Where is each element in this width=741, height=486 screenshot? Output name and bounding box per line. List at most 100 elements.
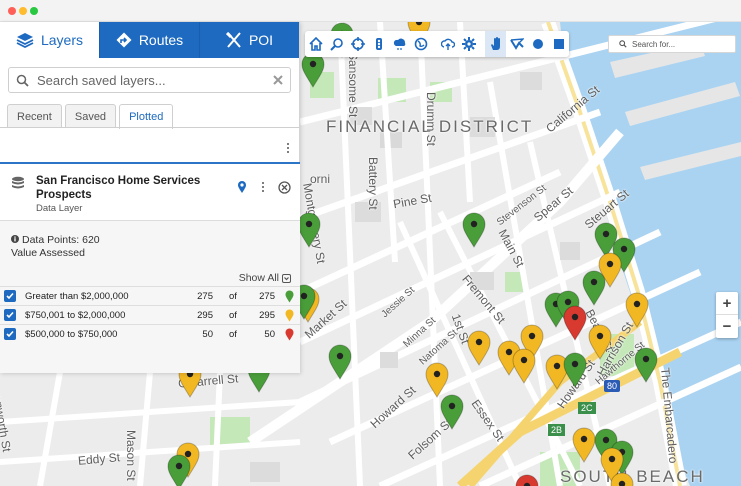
weather-icon[interactable] [389, 31, 410, 57]
map-marker[interactable] [563, 352, 587, 388]
remove-layer-icon[interactable] [278, 181, 291, 194]
map-marker[interactable] [425, 362, 449, 398]
map-marker[interactable] [167, 454, 191, 486]
district-label: FINANCIAL DISTRICT [326, 117, 534, 136]
map-marker[interactable] [328, 344, 352, 380]
crosshair-icon[interactable] [347, 31, 368, 57]
layer-details: Data Points: 620 Value Assessed Show All… [0, 221, 300, 373]
layer-card[interactable]: San Francisco Home Services Prospects Da… [0, 164, 300, 220]
street-label: Sansome St [346, 52, 360, 118]
subtab-plotted[interactable]: Plotted [119, 104, 174, 129]
utensils-icon [225, 32, 241, 48]
highway-shield: 80 [604, 380, 621, 392]
polyline-icon[interactable] [506, 31, 527, 57]
circle-draw-icon[interactable] [527, 31, 548, 57]
layers-icon [16, 33, 34, 48]
tab-label: POI [248, 32, 274, 48]
map-toolbar [305, 31, 569, 57]
tab-label: Layers [40, 32, 84, 48]
map-marker[interactable] [512, 348, 536, 384]
sub-tabs: Recent Saved Plotted [7, 104, 176, 129]
tab-layers[interactable]: Layers [0, 22, 99, 58]
legend-label: $750,001 to $2,000,000 [25, 309, 126, 321]
legend-checkbox[interactable] [4, 328, 16, 340]
legend-row: $750,001 to $2,000,000 295 of 295 [0, 305, 300, 324]
layer-options-icon[interactable] [261, 182, 265, 192]
search-icon [16, 74, 29, 87]
show-all-toggle[interactable]: Show All [239, 272, 291, 284]
map-marker[interactable] [582, 270, 606, 306]
cloud-upload-icon[interactable] [437, 31, 458, 57]
collapse-icon [282, 273, 291, 283]
zoom-search-icon[interactable] [326, 31, 347, 57]
minimize-window-dot[interactable] [19, 7, 27, 15]
layer-subtitle: Data Layer [36, 203, 83, 214]
location-pin-icon[interactable] [237, 180, 247, 194]
search-icon [619, 40, 627, 48]
map-marker[interactable] [572, 427, 596, 463]
map-marker[interactable] [462, 212, 486, 248]
legend-of: of [229, 290, 237, 302]
map-marker[interactable] [634, 347, 658, 383]
tab-routes[interactable]: Routes [99, 22, 199, 58]
legend-marker-icon [285, 309, 294, 322]
database-icon [12, 176, 24, 189]
main-tabs: Layers Routes POI [0, 22, 299, 58]
globe-icon[interactable] [410, 31, 431, 57]
zoom-in-button[interactable]: + [716, 292, 738, 315]
map-marker[interactable] [297, 212, 321, 248]
map-marker[interactable] [588, 324, 612, 360]
legend-count: 50 [202, 328, 213, 340]
zoom-out-button[interactable]: − [716, 315, 738, 338]
map-marker[interactable] [301, 52, 325, 88]
tab-label: Routes [138, 32, 184, 48]
legend-of: of [229, 309, 237, 321]
layer-search-input[interactable]: Search saved layers... [8, 67, 291, 93]
layer-search-placeholder: Search saved layers... [37, 72, 166, 88]
legend-total: 295 [259, 309, 275, 321]
window-titlebar [0, 0, 741, 22]
traffic-icon[interactable] [368, 31, 389, 57]
show-all-label: Show All [238, 272, 279, 284]
layer-title: San Francisco Home Services Prospects [36, 175, 201, 201]
legend-checkbox[interactable] [4, 309, 16, 321]
highway-shield: 2C [578, 402, 596, 414]
panel-options-row [0, 135, 300, 161]
street-label: orni [310, 172, 331, 186]
map-marker[interactable] [440, 394, 464, 430]
legend-row: $500,000 to $750,000 50 of 50 [0, 324, 300, 343]
more-options-icon[interactable] [286, 143, 290, 153]
map-marker[interactable] [467, 330, 491, 366]
street-label: Mason St [124, 430, 138, 481]
map-marker[interactable] [515, 474, 539, 486]
settings-icon[interactable] [458, 31, 479, 57]
legend-count: 275 [197, 290, 213, 302]
subtab-recent[interactable]: Recent [7, 104, 62, 128]
legend-marker-icon [285, 328, 294, 341]
legend-checkbox[interactable] [4, 290, 16, 302]
map-search-input[interactable]: Search for... [608, 35, 736, 53]
data-points-text: Data Points: 620 [22, 234, 100, 246]
legend-total: 50 [264, 328, 275, 340]
legend-label: Greater than $2,000,000 [25, 290, 129, 302]
map-marker[interactable] [610, 472, 634, 486]
info-icon [11, 235, 19, 243]
legend-count: 295 [197, 309, 213, 321]
clear-search-icon[interactable] [273, 75, 283, 85]
legend-marker-icon [285, 290, 294, 303]
legend-row: Greater than $2,000,000 275 of 275 [0, 286, 300, 305]
street-label: Battery St [366, 157, 380, 210]
map-search-placeholder: Search for... [632, 39, 676, 49]
subtab-saved[interactable]: Saved [64, 104, 117, 128]
close-window-dot[interactable] [8, 7, 16, 15]
street-label: Drumm St [424, 92, 438, 146]
map-marker[interactable] [625, 292, 649, 328]
home-icon[interactable] [305, 31, 326, 57]
rectangle-draw-icon[interactable] [548, 31, 569, 57]
legend-of: of [229, 328, 237, 340]
directions-icon [116, 32, 132, 48]
map-marker[interactable] [563, 305, 587, 341]
tab-poi[interactable]: POI [199, 22, 299, 58]
maximize-window-dot[interactable] [30, 7, 38, 15]
pan-hand-icon[interactable] [485, 31, 506, 57]
